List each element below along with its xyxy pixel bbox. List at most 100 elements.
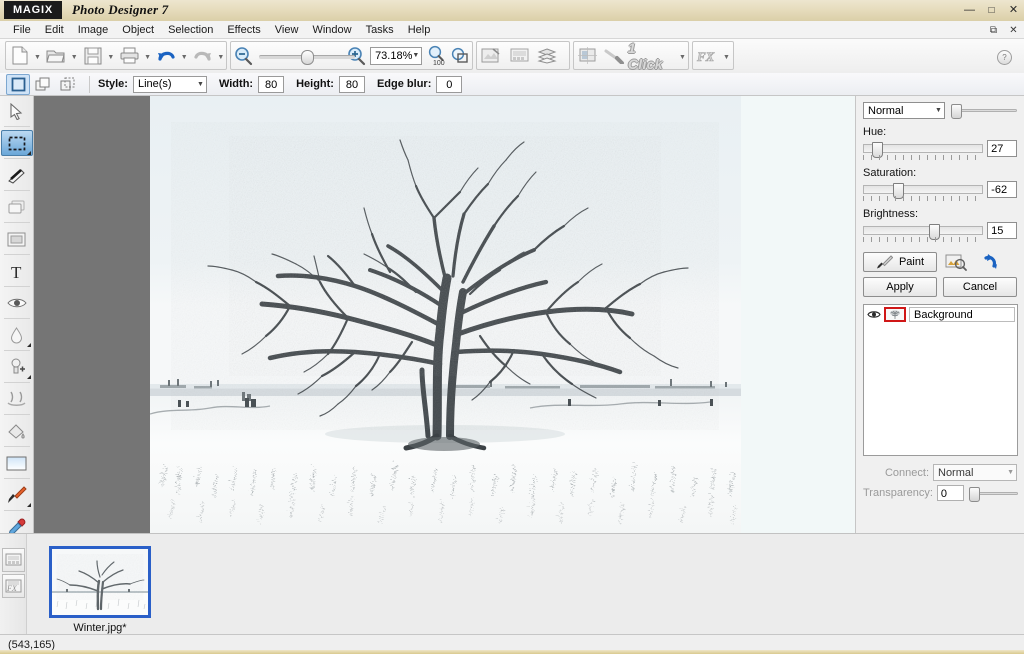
save-caret-icon[interactable]: ▼ [106,43,116,68]
fx-icon[interactable]: FX [693,42,721,69]
print-caret-icon[interactable]: ▼ [142,43,152,68]
menu-item-window[interactable]: Window [305,23,358,37]
menu-item-selection[interactable]: Selection [161,23,220,37]
new-document-caret-icon[interactable]: ▼ [32,43,42,68]
layer-visibility-eye-icon[interactable] [866,310,881,319]
print-layout-icon[interactable] [505,42,533,69]
zoom-out-icon[interactable] [231,42,255,69]
fx-caret-icon[interactable]: ▼ [721,43,732,68]
zoom-toolbar-group: 73.18% ▼ 100 [230,41,473,70]
red-eye-tool[interactable] [1,290,33,316]
subtract-selection-mode-button[interactable] [56,74,80,95]
cancel-button[interactable]: Cancel [943,277,1017,297]
main-toolbar: ▼ ▼ ▼ ▼ ▼ ▼ [0,39,1024,74]
style-combobox[interactable]: Line(s) ▼ [133,76,207,93]
gradient-tool[interactable] [1,450,33,476]
winter-tree-photo[interactable] [150,96,741,533]
menu-item-view[interactable]: View [268,23,306,37]
transparency-input[interactable]: 0 [937,485,964,501]
fill-bucket-tool[interactable] [1,418,33,444]
layer-list[interactable]: Background [863,304,1018,456]
list-item[interactable] [49,546,151,618]
menu-item-help[interactable]: Help [401,23,438,37]
apply-button[interactable]: Apply [863,277,937,297]
menu-item-object[interactable]: Object [115,23,161,37]
one-click-button[interactable]: 1 Click [602,43,677,68]
tool-submenu-arrow-icon[interactable] [27,503,31,507]
redo-caret-icon[interactable]: ▼ [216,43,226,68]
filmstrip-effects-button[interactable]: FX [2,574,25,598]
saturation-value-input[interactable]: -62 [987,181,1017,198]
minimize-button[interactable]: — [963,4,976,17]
tool-submenu-arrow-icon[interactable] [27,343,31,347]
style-value: Line(s) [138,78,172,90]
open-folder-icon[interactable] [43,42,69,69]
clone-stamp-tool[interactable] [1,194,33,220]
cutout-knife-tool[interactable] [1,162,33,188]
undo-icon[interactable] [153,42,179,69]
menu-item-edit[interactable]: Edit [38,23,71,37]
tool-submenu-arrow-icon[interactable] [27,151,31,155]
menu-item-image[interactable]: Image [71,23,116,37]
redo-icon[interactable] [189,42,215,69]
close-button[interactable]: ✕ [1007,4,1020,17]
tool-submenu-arrow-icon[interactable] [27,375,31,379]
mdi-close-button[interactable]: ✕ [1008,25,1019,36]
layer-name[interactable]: Background [909,307,1015,322]
undo-caret-icon[interactable]: ▼ [179,43,189,68]
rectangle-selection-tool[interactable] [1,130,33,156]
frame-tool[interactable] [1,226,33,252]
one-click-preset-icon[interactable] [574,42,602,69]
pointer-tool[interactable] [1,98,33,124]
reset-arrow-icon[interactable] [975,252,999,272]
brightness-value-input[interactable]: 15 [987,222,1017,239]
retouch-brush-tool[interactable] [1,386,33,412]
blend-mode-combobox[interactable]: Normal ▼ [863,102,945,119]
edge-blur-input[interactable]: 0 [436,76,462,93]
menu-item-effects[interactable]: Effects [220,23,267,37]
open-folder-caret-icon[interactable]: ▼ [69,43,79,68]
preview-compare-icon[interactable] [944,252,968,272]
filmstrip-view-button[interactable] [2,548,25,572]
layers-icon[interactable] [533,42,561,69]
help-info-icon[interactable]: ? [997,50,1012,65]
svg-text:FX: FX [696,49,715,64]
dodge-burn-tool[interactable] [1,354,33,380]
text-tool[interactable]: T [1,258,33,284]
new-document-icon[interactable] [6,42,32,69]
blur-drop-tool[interactable] [1,322,33,348]
one-click-caret-icon[interactable]: ▼ [677,43,688,68]
connect-combobox[interactable]: Normal ▼ [933,464,1017,481]
saturation-slider[interactable] [863,181,982,201]
action-button-row: Paint [863,252,1017,272]
transparency-slider-handle[interactable] [969,487,980,502]
add-selection-mode-button[interactable] [31,74,55,95]
print-icon[interactable] [116,42,142,69]
canvas-workspace[interactable] [34,96,855,533]
paintbrush-tool[interactable] [1,482,33,508]
brightness-slider[interactable] [863,222,982,242]
mdi-restore-button[interactable]: ⧉ [988,25,999,36]
transparency-slider[interactable] [968,487,1017,500]
zoom-slider-handle[interactable] [301,50,314,65]
blend-strength-handle[interactable] [951,104,962,119]
layer-thumbnail[interactable] [884,307,906,322]
zoom-slider[interactable] [259,50,340,62]
photo-effects-icon[interactable] [477,42,505,69]
paint-button[interactable]: Paint [863,252,937,272]
height-input[interactable]: 80 [339,76,365,93]
zoom-level-combobox[interactable]: 73.18% ▼ [370,47,422,65]
blend-strength-slider[interactable] [951,104,1017,117]
new-selection-mode-button[interactable] [6,74,30,95]
maximize-button[interactable]: □ [985,4,998,17]
hue-label: Hue: [863,126,1017,138]
hue-value-input[interactable]: 27 [987,140,1017,157]
menu-item-tasks[interactable]: Tasks [359,23,401,37]
save-icon[interactable] [79,42,105,69]
zoom-100-icon[interactable]: 100 [424,42,448,69]
table-row[interactable]: Background [864,305,1017,323]
width-input[interactable]: 80 [258,76,284,93]
hue-slider[interactable] [863,140,982,160]
zoom-fit-icon[interactable] [448,42,472,69]
menu-item-file[interactable]: File [6,23,38,37]
